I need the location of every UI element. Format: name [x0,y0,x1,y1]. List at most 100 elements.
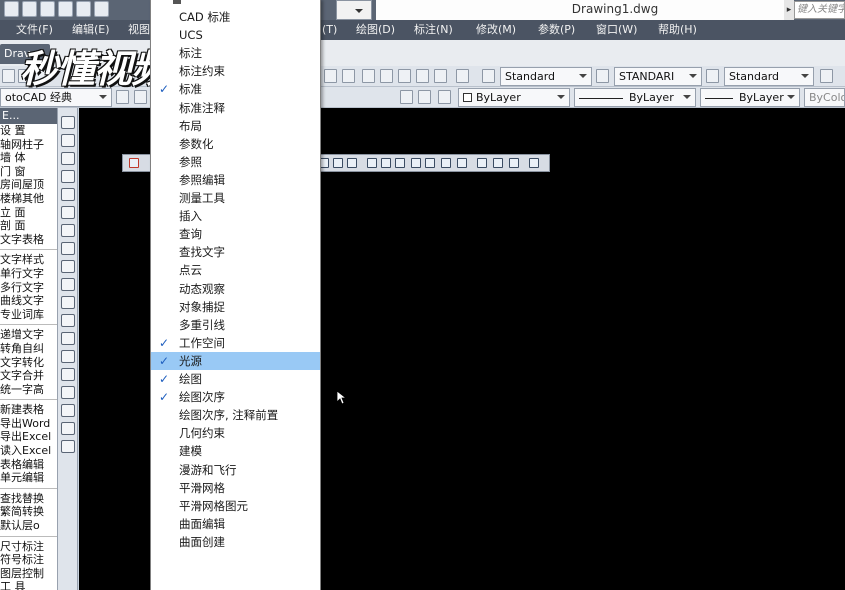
menu-window[interactable]: 窗口(W) [596,20,637,40]
palette-item[interactable]: 表格编辑 [0,458,57,472]
menu-item-toolbar[interactable]: 几何约束 [151,424,320,442]
menu-item-toolbar[interactable]: 点云 [151,261,320,279]
open-file-icon[interactable] [22,1,37,17]
menu-item-toolbar[interactable]: 动态观察 [151,280,320,298]
dimension-icon[interactable] [395,158,405,168]
line-icon[interactable] [61,116,75,129]
palette-item[interactable]: 楼梯其他 [0,192,57,206]
palette-item[interactable]: 多行文字 [0,281,57,295]
menu-item-toolbar[interactable]: 曲面编辑 [151,515,320,533]
polygon-icon[interactable] [61,170,75,183]
text-edit-icon[interactable] [333,158,343,168]
palette-item[interactable]: 导出Word [0,417,57,431]
menu-item-toolbar[interactable]: 插入 [151,207,320,225]
new-file-icon[interactable] [4,1,19,17]
menu-item-toolbar[interactable]: 查询 [151,225,320,243]
menu-item-toolbar[interactable]: 绘图次序, 注释前置 [151,406,320,424]
palette-item[interactable]: 新建表格 [0,403,57,417]
menu-item-toolbar[interactable]: UCS [151,26,320,44]
move-icon[interactable] [477,158,487,168]
quick-access-dropdown[interactable] [336,0,372,20]
palette-item[interactable]: 立 面 [0,206,57,220]
construction-line-icon[interactable] [61,134,75,147]
menu-item-toolbar[interactable]: 对象捕捉 [151,298,320,316]
menu-item-toolbar[interactable]: ✓ 绘图次序 [151,388,320,406]
lineweight-select[interactable]: ByLayer [700,88,800,107]
tool-palettes-icon[interactable] [398,69,411,83]
markup-icon[interactable] [434,69,447,83]
hatch-icon[interactable] [61,368,75,381]
menu-modify[interactable]: 修改(M) [476,20,516,40]
menu-item-toolbar[interactable]: ✓ 标准 [151,80,320,98]
region-icon[interactable] [61,404,75,417]
menu-item-toolbar[interactable]: 参照编辑 [151,171,320,189]
linetype-select[interactable]: ByLayer [574,88,696,107]
palette-item[interactable]: 单行文字 [0,267,57,281]
palette-item[interactable]: 单元编辑 [0,471,57,485]
layer-previous-icon[interactable] [418,90,431,104]
palette-item[interactable]: 默认层o [0,519,57,533]
menu-item-toolbar[interactable]: ✓ 光源 [151,351,320,370]
tree-icon[interactable] [457,158,467,168]
save-icon[interactable] [40,1,55,17]
plot-style-select[interactable]: ByColo [804,88,845,107]
text-edit-icon[interactable] [347,158,357,168]
palette-item[interactable]: 专业词库 [0,308,57,322]
print-icon[interactable] [76,1,91,17]
color-select[interactable]: ByLayer [458,88,570,107]
palette-item[interactable]: 图层控制 [0,567,57,581]
palette-item[interactable]: 查找替换 [0,492,57,506]
menu-item-toolbar[interactable]: 参照 [151,153,320,171]
palette-item[interactable]: 墙 体 [0,151,57,165]
multiline-text-icon[interactable] [61,440,75,453]
insert-block-icon[interactable] [61,314,75,327]
menu-item-toolbar[interactable]: 标准注释 [151,99,320,117]
menu-view[interactable]: 视图 [128,20,150,40]
help-icon[interactable] [456,69,469,83]
palette-item[interactable]: 门 窗 [0,165,57,179]
palette-item[interactable]: 曲线文字 [0,294,57,308]
text-style-select[interactable]: Standard [500,67,592,86]
menu-item-toolbar[interactable]: 标注 [151,44,320,62]
circle-dimension-icon[interactable] [425,158,435,168]
layer-states-icon[interactable] [438,90,451,104]
save-as-icon[interactable] [58,1,73,17]
sheet-set-icon[interactable] [416,69,429,83]
palette-item[interactable]: 文字合并 [0,369,57,383]
point-icon[interactable] [61,350,75,363]
palette-item[interactable]: 尺寸标注 [0,540,57,554]
menu-item-toolbar[interactable]: ✓ 工作空间 [151,334,320,352]
table-icon[interactable] [61,422,75,435]
circle-icon[interactable] [61,224,75,237]
dim-style-icon[interactable] [596,69,609,83]
menu-item-toolbar[interactable]: 标注约束 [151,62,320,80]
design-center-icon[interactable] [380,69,393,83]
menu-item-toolbar[interactable]: 多重引线 [151,316,320,334]
palette-item[interactable]: 递增文字 [0,328,57,342]
spline-icon[interactable] [61,260,75,273]
dimension-icon[interactable] [411,158,421,168]
palette-item[interactable]: 剖 面 [0,219,57,233]
palette-item[interactable]: 文字表格 [0,233,57,247]
move-icon[interactable] [493,158,503,168]
table-style-icon[interactable] [706,69,719,83]
menu-item-toolbar[interactable]: ✓ 绘图 [151,370,320,388]
help-search-input[interactable]: 键入关键字 [794,1,845,19]
palette-item[interactable]: 设 置 [0,124,57,138]
search-expand-icon[interactable]: ▸ [784,0,794,20]
undo-icon[interactable] [94,1,109,17]
menu-item-toolbar[interactable]: 布局 [151,117,320,135]
menu-help[interactable]: 帮助(H) [658,20,697,40]
pan-icon[interactable] [509,158,519,168]
properties-icon[interactable] [362,69,375,83]
palette-item[interactable]: 导出Excel [0,430,57,444]
revision-cloud-icon[interactable] [61,242,75,255]
palette-item[interactable]: 工 具 [0,580,57,590]
menu-dimension[interactable]: 标注(N) [414,20,453,40]
palette-item[interactable]: 符号标注 [0,553,57,567]
palette-item[interactable]: 文字样式 [0,253,57,267]
dim-style-select[interactable]: STANDARI [614,67,702,86]
menu-item-toolbar[interactable]: CAD 标准 [151,8,320,26]
settings-icon[interactable] [529,158,539,168]
menu-item-toolbar[interactable]: 建模 [151,442,320,460]
